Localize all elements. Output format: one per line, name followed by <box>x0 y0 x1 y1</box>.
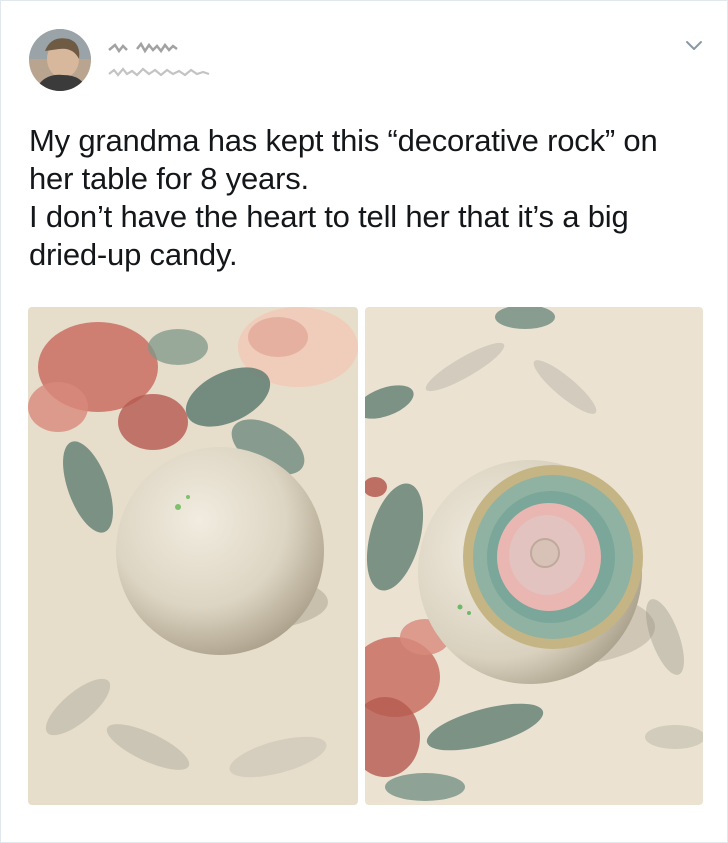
chevron-down-icon[interactable] <box>683 37 705 53</box>
tweet-card: My grandma has kept this “decorative roc… <box>0 0 728 843</box>
user-name-blurred[interactable] <box>107 41 197 55</box>
avatar[interactable] <box>29 29 91 91</box>
tweet-photo-left[interactable] <box>28 307 358 805</box>
user-handle-blurred[interactable] <box>107 65 217 79</box>
tweet-text: My grandma has kept this “decorative roc… <box>29 123 658 272</box>
tweet-photo-right[interactable] <box>365 307 703 805</box>
